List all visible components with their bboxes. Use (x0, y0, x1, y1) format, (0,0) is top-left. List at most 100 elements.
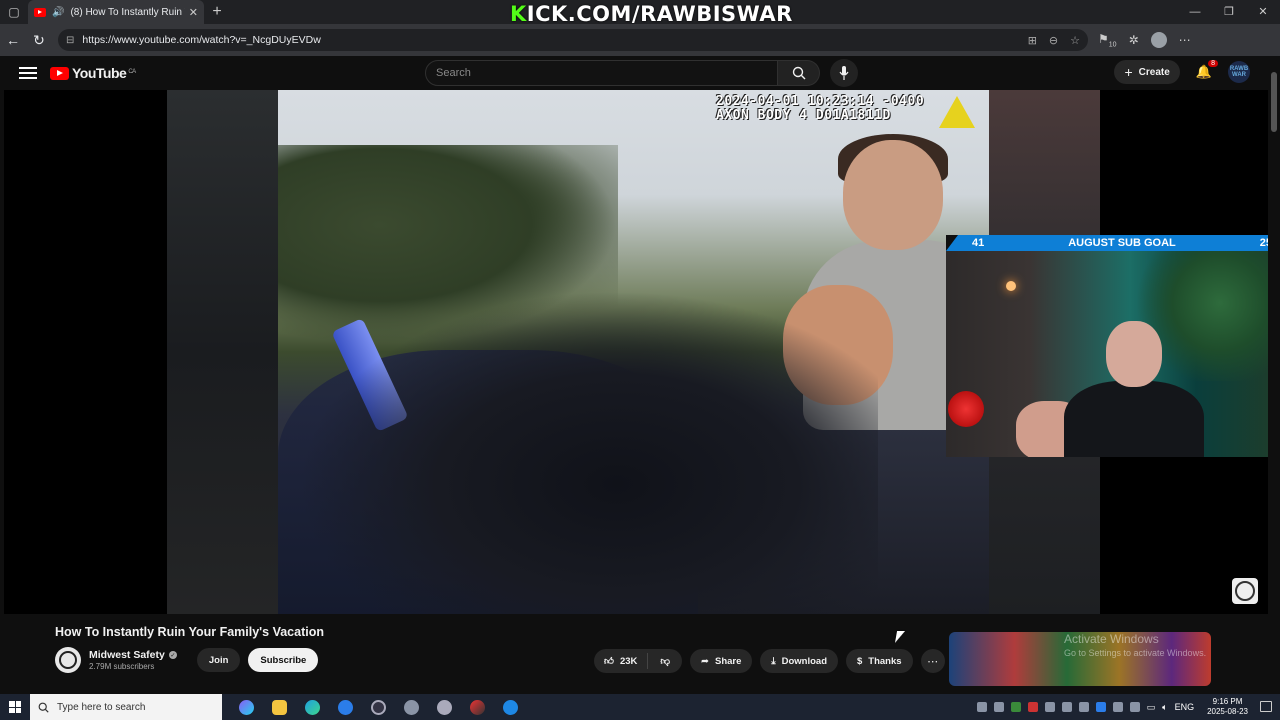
bodycam-timestamp: 2024-04-01 10:23:14 -0400 AXON BODY 4 D0… (716, 94, 925, 123)
notifications-button[interactable]: 🔔 8 (1196, 60, 1218, 80)
tray-app-icon-2[interactable] (993, 702, 1004, 712)
search-button[interactable] (778, 60, 820, 86)
taskbar-app-edge2-icon[interactable] (494, 694, 527, 720)
plus-icon: + (1124, 64, 1133, 80)
address-bar-actions: ⊞ ⊖ ☆ (1028, 34, 1080, 47)
more-actions-button[interactable]: ⋯ (920, 649, 945, 673)
hamburger-menu-icon[interactable] (19, 64, 37, 82)
system-tray: ▭ 🔈︎ ENG 9:16 PM 2025-08-23 (976, 694, 1248, 720)
video-actions: 👍︎ 23K 👎︎ ➦ Share ⤓ Download $ Thanks ⋯ (594, 649, 945, 673)
site-info-icon[interactable]: ⊟ (66, 35, 74, 46)
volume-icon[interactable]: 🔈︎ (1162, 702, 1167, 713)
window-controls: — ❐ ✕ (1178, 0, 1280, 24)
verified-check-icon: ✓ (168, 651, 177, 659)
browser-toolbar: ← ↻ ⊟ https://www.youtube.com/watch?v=_N… (0, 24, 1280, 56)
tab-title: (8) How To Instantly Ruin Yo (70, 6, 185, 18)
reload-icon[interactable]: ↻ (26, 32, 52, 49)
close-window-icon[interactable]: ✕ (1246, 0, 1280, 24)
taskbar-app-blue-icon[interactable] (329, 694, 362, 720)
video-scene-arm (298, 290, 878, 614)
search-icon (792, 66, 805, 80)
tray-app-icon-10[interactable] (1129, 702, 1140, 712)
zoom-icon[interactable]: ⊖ (1049, 34, 1058, 47)
search-bar: Search (425, 59, 858, 87)
channel-avatar[interactable] (55, 647, 81, 673)
tray-app-icon-6[interactable] (1061, 702, 1072, 712)
video-frame[interactable]: 2024-04-01 10:23:14 -0400 AXON BODY 4 D0… (278, 90, 989, 614)
tray-app-icon-8[interactable] (1095, 702, 1106, 712)
network-icon[interactable]: ▭ (1147, 702, 1156, 713)
app-install-icon[interactable]: ⊞ (1028, 34, 1037, 47)
taskbar-clock[interactable]: 9:16 PM 2025-08-23 (1207, 697, 1248, 717)
tray-app-icon-4[interactable] (1027, 702, 1038, 712)
subscribe-button[interactable]: Subscribe (248, 648, 319, 672)
taskbar-file-explorer-icon[interactable] (263, 694, 296, 720)
share-icon: ➦ (701, 655, 709, 667)
dislike-button[interactable]: 👎︎ (648, 655, 682, 667)
extensions-puzzle-icon[interactable]: ✲ (1129, 33, 1139, 47)
maximize-icon[interactable]: ❐ (1212, 0, 1246, 24)
browser-tab-active[interactable]: 🔊 (8) How To Instantly Ruin Yo ✕ (28, 0, 204, 24)
video-title: How To Instantly Ruin Your Family's Vaca… (55, 625, 324, 639)
tray-app-icon-3[interactable] (1010, 702, 1021, 712)
minimize-icon[interactable]: — (1178, 0, 1212, 24)
tab-actions-icon[interactable]: ▢ (0, 0, 28, 24)
browser-menu-icon[interactable]: ⋯ (1179, 33, 1191, 47)
taskbar-edge-icon[interactable] (296, 694, 329, 720)
thanks-button[interactable]: $ Thanks (846, 649, 913, 673)
address-bar[interactable]: ⊟ https://www.youtube.com/watch?v=_NcgDU… (58, 29, 1088, 51)
youtube-logo[interactable]: YouTube CA (50, 65, 136, 81)
sub-goal-label: AUGUST SUB GOAL (1068, 237, 1176, 249)
new-tab-button[interactable]: + (204, 3, 230, 21)
create-button[interactable]: + Create (1114, 60, 1180, 84)
youtube-favicon-icon (34, 7, 46, 17)
youtube-header: YouTube CA Search + Create 🔔 8 RAWB WAR (0, 56, 1268, 90)
notification-badge: 8 (1208, 60, 1218, 67)
like-button[interactable]: 👍︎ 23K (594, 653, 649, 669)
player-blur-left (167, 90, 278, 614)
favorite-star-icon[interactable]: ☆ (1070, 34, 1080, 47)
windows-taskbar: Type here to search ▭ 🔈︎ ENG 9:16 PM 202… (0, 694, 1280, 720)
share-button[interactable]: ➦ Share (690, 649, 753, 673)
tab-close-icon[interactable]: ✕ (189, 6, 198, 19)
channel-name[interactable]: Midwest Safety ✓ (89, 649, 177, 661)
account-avatar[interactable]: RAWB WAR (1228, 61, 1250, 83)
header-actions: + Create 🔔 8 RAWB WAR (1114, 60, 1250, 84)
mouse-cursor-icon (894, 631, 906, 643)
download-button[interactable]: ⤓ Download (760, 649, 838, 673)
youtube-play-icon (50, 66, 69, 80)
channel-row: Midwest Safety ✓ 2.79M subscribers Join S… (55, 647, 326, 673)
thumbs-up-icon: 👍︎ (604, 656, 614, 667)
back-icon[interactable]: ← (0, 32, 26, 48)
voice-search-button[interactable] (830, 59, 858, 87)
taskbar-search[interactable]: Type here to search (30, 694, 222, 720)
tab-audio-icon[interactable]: 🔊 (52, 7, 64, 18)
taskbar-app-red-icon[interactable] (461, 694, 494, 720)
profile-avatar-icon[interactable] (1150, 31, 1167, 48)
axon-logo-icon (939, 96, 975, 128)
windows-logo-icon (9, 701, 21, 713)
language-indicator[interactable]: ENG (1175, 702, 1195, 712)
tray-app-icon-1[interactable] (976, 702, 987, 712)
taskbar-app-gray-icon[interactable] (428, 694, 461, 720)
streamer-webcam (946, 251, 1280, 457)
taskbar-settings-icon[interactable] (395, 694, 428, 720)
more-horizontal-icon: ⋯ (927, 655, 939, 668)
channel-watermark-icon[interactable] (1232, 578, 1258, 604)
extension-icon[interactable]: ⚑10 (1098, 32, 1117, 48)
url-text: https://www.youtube.com/watch?v=_NcgDUyE… (82, 34, 321, 46)
tray-app-icon-7[interactable] (1078, 702, 1089, 712)
download-icon: ⤓ (771, 655, 776, 667)
taskbar-app-dark-icon[interactable] (362, 694, 395, 720)
like-dislike-group: 👍︎ 23K 👎︎ (594, 649, 683, 673)
notification-center-icon[interactable] (1260, 701, 1272, 712)
region-code: CA (128, 69, 136, 75)
taskbar-copilot-icon[interactable] (230, 694, 263, 720)
tray-app-icon-9[interactable] (1112, 702, 1123, 712)
tray-app-icon-5[interactable] (1044, 702, 1055, 712)
page-scrollbar[interactable] (1268, 56, 1280, 690)
sub-goal-bar: 41 AUGUST SUB GOAL 25 (946, 235, 1280, 251)
join-button[interactable]: Join (196, 648, 241, 672)
start-button[interactable] (0, 701, 30, 713)
search-input[interactable]: Search (425, 60, 778, 86)
